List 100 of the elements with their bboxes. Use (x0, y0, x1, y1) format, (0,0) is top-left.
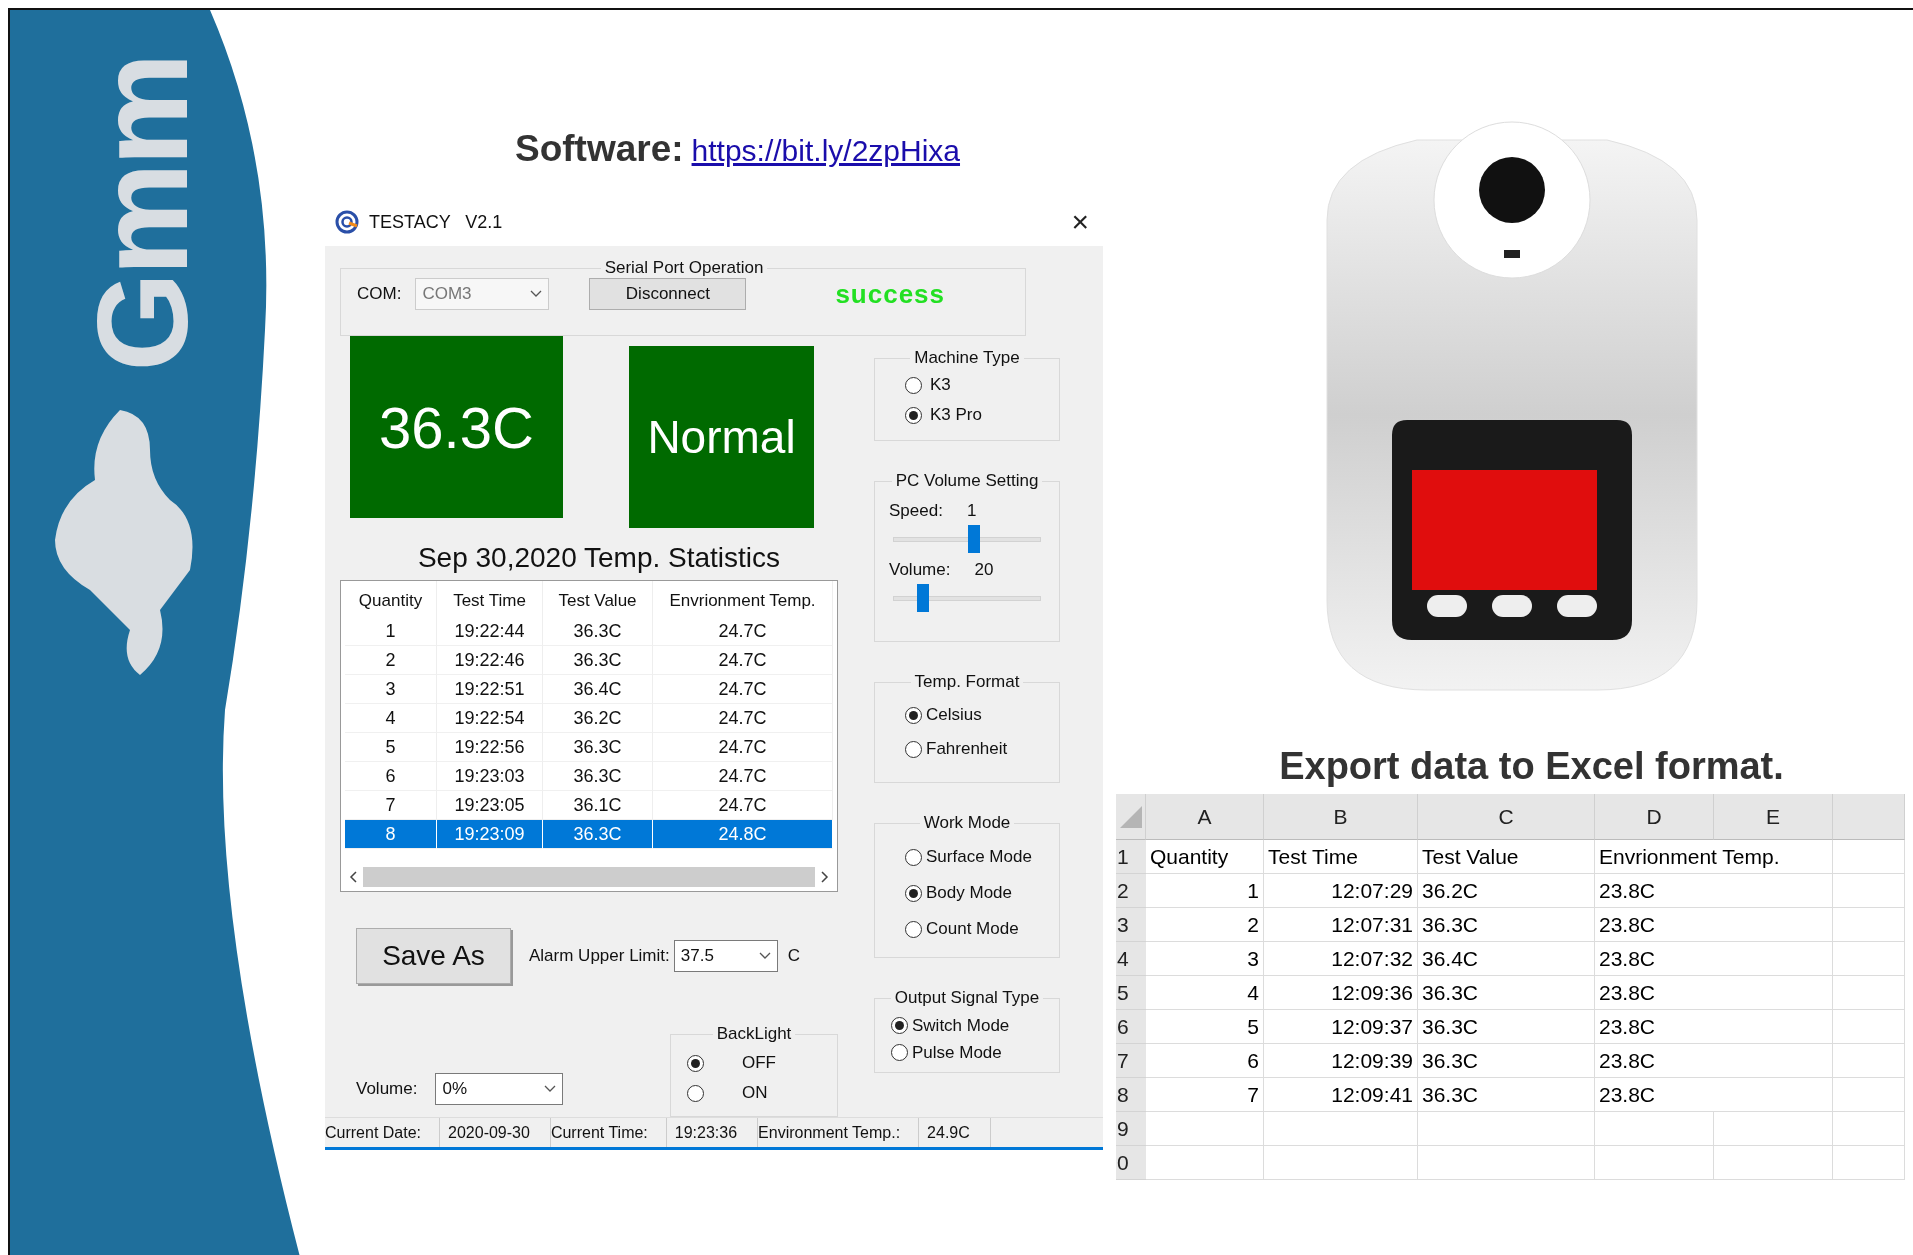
column-header[interactable]: D (1595, 794, 1714, 840)
scroll-right-icon[interactable] (821, 871, 829, 883)
spreadsheet-cell[interactable] (1833, 1146, 1905, 1180)
alarm-select[interactable]: 37.5 (673, 940, 778, 972)
radio-button[interactable] (905, 706, 922, 724)
radio-button[interactable] (891, 1044, 908, 1061)
disconnect-button[interactable]: Disconnect (589, 278, 747, 310)
table-cell[interactable]: 36.2C (543, 704, 653, 733)
spreadsheet-cell[interactable] (1833, 908, 1905, 942)
save-as-button[interactable]: Save As (356, 928, 511, 984)
column-header[interactable]: E (1714, 794, 1833, 840)
radio-button[interactable] (687, 1084, 704, 1102)
table-cell[interactable]: 4 (345, 704, 437, 733)
spreadsheet-cell[interactable]: 6 (1146, 1044, 1264, 1078)
table-cell[interactable]: 19:23:09 (437, 820, 543, 849)
spreadsheet-cell[interactable] (1595, 1112, 1714, 1146)
table-cell[interactable]: 19:22:54 (437, 704, 543, 733)
spreadsheet-cell[interactable]: 12:09:36 (1264, 976, 1418, 1010)
table-cell[interactable]: 36.3C (543, 617, 653, 646)
radio-button[interactable] (905, 920, 922, 938)
table-cell[interactable]: 36.3C (543, 762, 653, 791)
spreadsheet-cell[interactable]: 23.8C (1595, 874, 1833, 908)
radio-button[interactable] (905, 848, 922, 866)
table-cell[interactable]: 19:23:03 (437, 762, 543, 791)
spreadsheet-cell[interactable]: Test Time (1264, 840, 1418, 874)
select-all-icon[interactable] (1119, 805, 1142, 828)
spreadsheet-cell[interactable]: 12:07:29 (1264, 874, 1418, 908)
table-cell[interactable]: 24.7C (653, 646, 833, 675)
spreadsheet-cell[interactable]: 23.8C (1595, 976, 1833, 1010)
table-cell[interactable]: 24.8C (653, 820, 833, 849)
radio-button[interactable] (905, 406, 922, 424)
spreadsheet-cell[interactable]: 36.3C (1418, 1078, 1595, 1112)
spreadsheet-cell[interactable]: 12:07:32 (1264, 942, 1418, 976)
table-cell[interactable]: 24.7C (653, 704, 833, 733)
table-cell[interactable]: 6 (345, 762, 437, 791)
spreadsheet-cell[interactable] (1833, 1112, 1905, 1146)
spreadsheet-cell[interactable] (1264, 1112, 1418, 1146)
spreadsheet-cell[interactable] (1833, 840, 1905, 874)
table-cell[interactable]: 5 (345, 733, 437, 762)
spreadsheet-cell[interactable] (1595, 1146, 1714, 1180)
table-cell[interactable]: 3 (345, 675, 437, 704)
spreadsheet-cell[interactable]: 23.8C (1595, 942, 1833, 976)
radio-button[interactable] (905, 884, 922, 902)
spreadsheet-cell[interactable]: 36.4C (1418, 942, 1595, 976)
table-cell[interactable]: 36.3C (543, 646, 653, 675)
download-link[interactable]: https://bit.ly/2zpHixa (691, 134, 960, 168)
table-cell[interactable]: 24.7C (653, 617, 833, 646)
spreadsheet-cell[interactable] (1833, 1078, 1905, 1112)
slider-thumb[interactable] (968, 525, 981, 553)
spreadsheet-cell[interactable] (1833, 874, 1905, 908)
table-cell[interactable]: 36.3C (543, 733, 653, 762)
volume-select[interactable]: 0% (435, 1073, 564, 1105)
spreadsheet-cell[interactable]: 12:07:31 (1264, 908, 1418, 942)
spreadsheet-cell[interactable]: 23.8C (1595, 1044, 1833, 1078)
table-cell[interactable]: 1 (345, 617, 437, 646)
table-cell[interactable]: 19:22:56 (437, 733, 543, 762)
close-button[interactable]: × (1067, 205, 1093, 239)
spreadsheet-cell[interactable]: 7 (1146, 1078, 1264, 1112)
spreadsheet-cell[interactable]: 12:09:37 (1264, 1010, 1418, 1044)
radio-button[interactable] (891, 1017, 908, 1034)
spreadsheet-cell[interactable]: Quantity (1146, 840, 1264, 874)
spreadsheet-cell[interactable]: 23.8C (1595, 1010, 1833, 1044)
column-header[interactable]: C (1418, 794, 1595, 840)
row-header[interactable]: 5 (1116, 976, 1146, 1010)
table-cell[interactable]: 8 (345, 820, 437, 849)
row-header[interactable]: 9 (1116, 1112, 1146, 1146)
radio-button[interactable] (687, 1054, 704, 1072)
spreadsheet-cell[interactable] (1264, 1146, 1418, 1180)
spreadsheet-cell[interactable]: Test Value (1418, 840, 1595, 874)
spreadsheet-cell[interactable] (1833, 976, 1905, 1010)
spreadsheet-cell[interactable]: 36.3C (1418, 1044, 1595, 1078)
spreadsheet-cell[interactable]: 23.8C (1595, 1078, 1833, 1112)
spreadsheet-cell[interactable]: 5 (1146, 1010, 1264, 1044)
table-cell[interactable]: 36.4C (543, 675, 653, 704)
spreadsheet-cell[interactable]: 36.3C (1418, 976, 1595, 1010)
row-header[interactable]: 3 (1116, 908, 1146, 942)
table-cell[interactable]: 24.7C (653, 675, 833, 704)
spreadsheet-cell[interactable] (1833, 942, 1905, 976)
scroll-left-icon[interactable] (349, 871, 357, 883)
spreadsheet-cell[interactable] (1833, 1010, 1905, 1044)
spreadsheet-cell[interactable]: 2 (1146, 908, 1264, 942)
row-header[interactable]: 0 (1116, 1146, 1146, 1180)
spreadsheet-cell[interactable]: Envrionment Temp. (1595, 840, 1833, 874)
row-header[interactable]: 1 (1116, 840, 1146, 874)
spreadsheet-cell[interactable]: 4 (1146, 976, 1264, 1010)
spreadsheet-cell[interactable]: 12:09:39 (1264, 1044, 1418, 1078)
row-header[interactable]: 8 (1116, 1078, 1146, 1112)
spreadsheet-cell[interactable]: 1 (1146, 874, 1264, 908)
table-cell[interactable]: 19:22:46 (437, 646, 543, 675)
spreadsheet-cell[interactable] (1418, 1146, 1595, 1180)
com-select[interactable]: COM3 (415, 278, 550, 310)
spreadsheet-cell[interactable] (1146, 1146, 1264, 1180)
spreadsheet-cell[interactable] (1418, 1112, 1595, 1146)
table-cell[interactable]: 2 (345, 646, 437, 675)
spreadsheet-cell[interactable]: 36.3C (1418, 1010, 1595, 1044)
column-header[interactable]: B (1264, 794, 1418, 840)
radio-button[interactable] (905, 740, 922, 758)
table-cell[interactable]: 19:22:44 (437, 617, 543, 646)
row-header[interactable]: 7 (1116, 1044, 1146, 1078)
spreadsheet-cell[interactable]: 36.3C (1418, 908, 1595, 942)
